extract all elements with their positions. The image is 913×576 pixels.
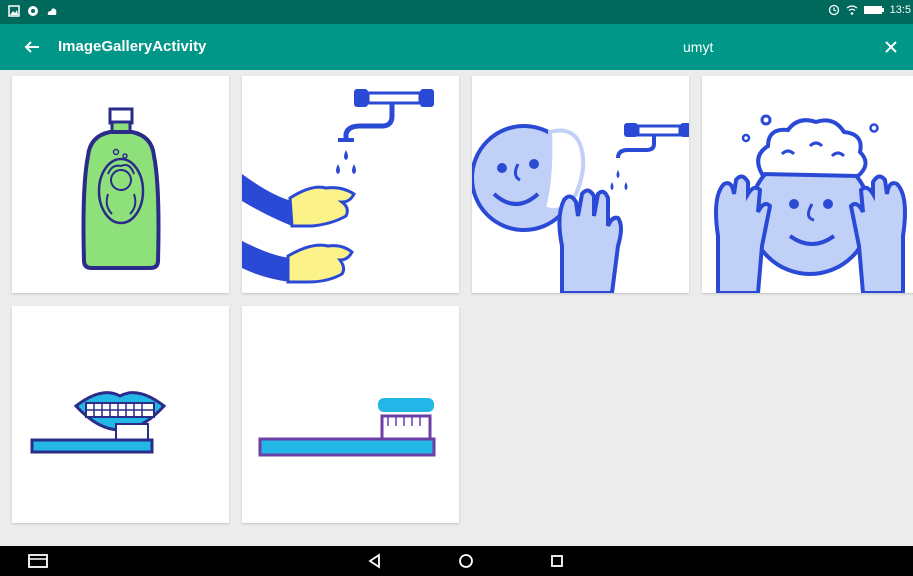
battery-icon	[863, 6, 884, 14]
page-title: ImageGalleryActivity	[58, 38, 207, 55]
gallery-item-wash-hair[interactable]	[702, 76, 913, 293]
cloud-icon	[47, 8, 57, 15]
keyboard-icon[interactable]	[28, 551, 48, 571]
home-circle-icon[interactable]	[456, 551, 476, 571]
notification-icon	[28, 6, 38, 16]
app-toolbar: ImageGalleryActivity umyt	[0, 24, 913, 70]
toothbrush-image	[258, 398, 436, 457]
washing-hands-image	[242, 89, 434, 284]
wifi-icon	[846, 5, 857, 15]
gallery-item-shampoo[interactable]	[12, 76, 229, 293]
search-query[interactable]: umyt	[683, 39, 713, 55]
washing-hair-image	[714, 114, 907, 293]
brushing-teeth-image	[30, 391, 167, 454]
gallery-item-toothbrush[interactable]	[242, 306, 459, 523]
recents-square-icon[interactable]	[547, 551, 567, 571]
gallery-item-brush-teeth[interactable]	[12, 306, 229, 523]
image-gallery-grid	[0, 70, 913, 546]
close-icon[interactable]	[879, 35, 903, 59]
arrow-left-icon[interactable]	[20, 35, 44, 59]
shampoo-bottle-image	[81, 107, 161, 270]
system-nav-bar	[0, 546, 913, 576]
washing-face-image	[472, 123, 689, 293]
status-bar: 13:5	[0, 0, 913, 24]
status-time: 13:5	[889, 4, 911, 16]
gallery-item-wash-hands[interactable]	[242, 76, 459, 293]
gallery-icon	[8, 5, 20, 17]
alarm-icon	[828, 4, 839, 16]
back-triangle-icon[interactable]	[365, 551, 385, 571]
gallery-item-wash-face[interactable]	[472, 76, 689, 293]
